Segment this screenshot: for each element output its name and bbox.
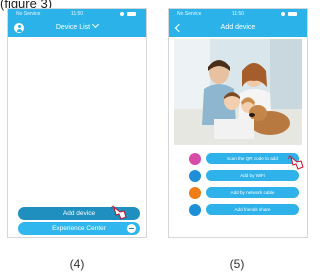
caption-5: (5) (229, 257, 245, 271)
status-time: 11:50 (231, 11, 245, 17)
status-indicator-icon (120, 12, 124, 16)
option-add-cable[interactable]: Add by network cable (189, 187, 307, 199)
option-friends-share[interactable]: Add friends share (189, 204, 307, 216)
add-device-screen: No Service 11:50 Add device scan the QR … (168, 8, 308, 238)
friends-share-icon (189, 204, 201, 216)
add-device-label: Add device (62, 210, 96, 217)
tap-hand-icon (288, 155, 304, 170)
tap-hand-icon (111, 205, 127, 220)
scan-qr-button[interactable]: scan the QR code to add (206, 153, 299, 164)
family-photo (174, 39, 302, 145)
app-header: No Service 11:50 Add device (169, 9, 307, 37)
status-time: 11:50 (70, 11, 84, 17)
network-cable-icon (189, 187, 201, 199)
app-header: No Service 11:50 Device List (8, 9, 146, 37)
friends-share-button[interactable]: Add friends share (206, 204, 299, 215)
wifi-icon (189, 170, 201, 182)
add-by-wifi-button[interactable]: Add by WiFi (206, 170, 299, 181)
title-row: Add device (169, 22, 307, 34)
device-list-dropdown[interactable]: Device List (8, 20, 146, 34)
device-list-screen: No Service 11:50 Device List Add device … (7, 8, 147, 238)
add-by-cable-button[interactable]: Add by network cable (206, 187, 299, 198)
battery-icon (288, 12, 297, 16)
status-bar: No Service 11:50 (169, 10, 307, 19)
status-bar: No Service 11:50 (8, 10, 146, 19)
battery-icon (127, 12, 136, 16)
page-title: Device List (55, 24, 91, 31)
qr-scan-icon (189, 153, 201, 165)
title-row: Device List (8, 20, 146, 34)
status-indicator-icon (281, 12, 285, 16)
chevron-down-icon (92, 20, 100, 29)
caption-4: (4) (69, 257, 85, 271)
page-title: Add device (220, 24, 256, 31)
experience-center-label: Experience Center (52, 225, 106, 232)
minus-circle-icon (127, 224, 136, 233)
